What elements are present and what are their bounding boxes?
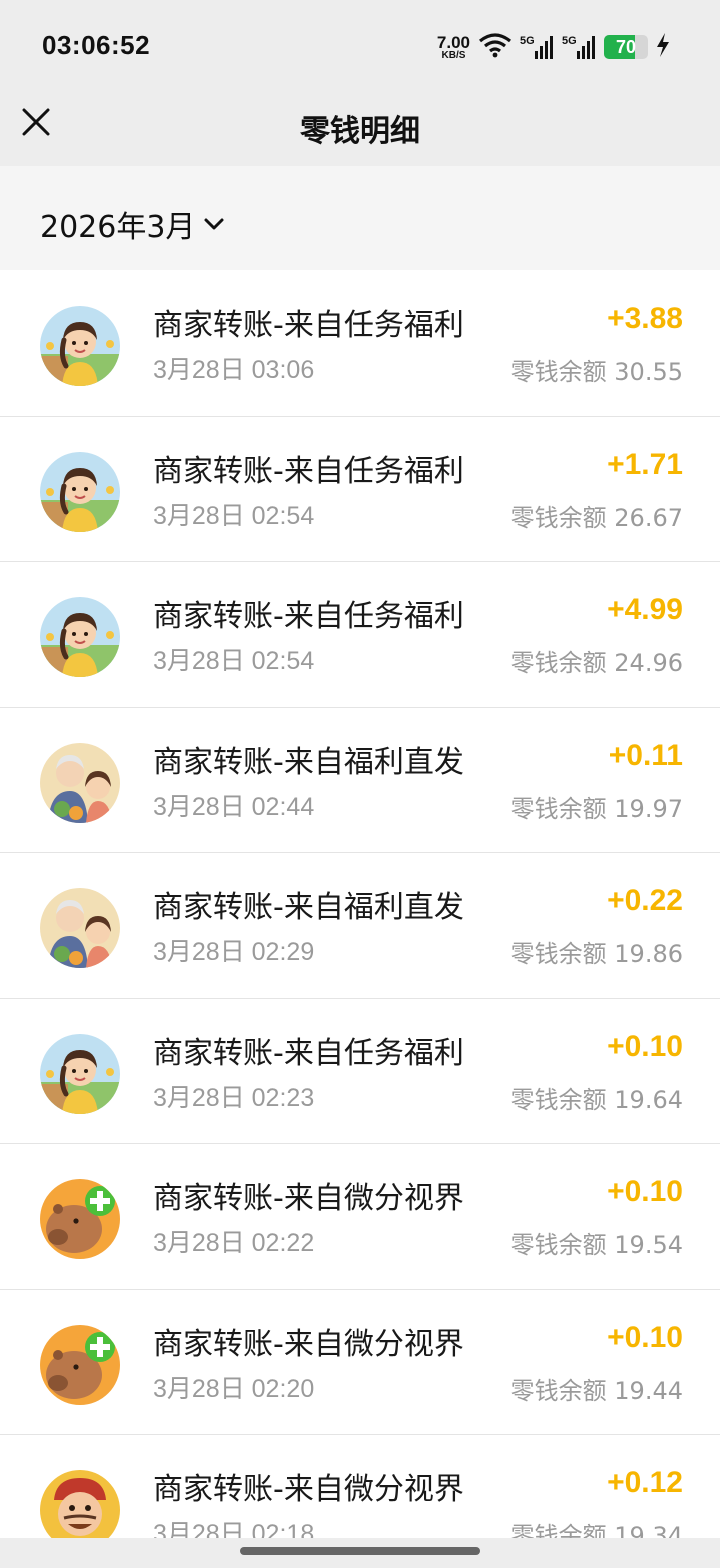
transaction-title: 商家转账-来自福利直发 bbox=[153, 744, 464, 780]
network-speed-value: 7.00 bbox=[436, 32, 470, 52]
transaction-list: 商家转账-来自任务福利 3月28日 03:06 +3.88 零钱余额 30.55 商家… bbox=[0, 270, 720, 1538]
transaction-row[interactable]: 商家转账-来自福利直发 3月28日 02:29 +0.22 零钱余额 19.86 bbox=[0, 852, 720, 998]
transaction-row[interactable]: 商家转账-来自福利直发 3月28日 02:44 +0.11 零钱余额 19.97 bbox=[0, 706, 720, 853]
transaction-title: 商家转账-来自任务福利 bbox=[153, 1035, 464, 1071]
month-label: 2026年3月 bbox=[40, 210, 196, 245]
transaction-row[interactable]: 商家转账-来自任务福利 3月28日 02:23 +0.10 零钱余额 19.64 bbox=[0, 997, 720, 1144]
transaction-time: 3月28日 02:23 bbox=[153, 1083, 315, 1112]
transaction-time: 3月28日 02:54 bbox=[153, 501, 315, 530]
transaction-amount: +0.10 bbox=[607, 1175, 683, 1208]
transaction-title: 商家转账-来自福利直发 bbox=[153, 890, 464, 925]
transaction-time: 3月28日 02:18 bbox=[153, 1520, 315, 1538]
month-picker[interactable]: 2026年3月 bbox=[40, 202, 225, 246]
transaction-balance: 零钱余额 19.44 bbox=[510, 1376, 683, 1405]
transaction-amount: +0.11 bbox=[608, 738, 683, 772]
transaction-amount: +0.12 bbox=[607, 1466, 683, 1499]
transaction-amount: +0.22 bbox=[607, 884, 683, 917]
transaction-balance: 零钱余额 19.97 bbox=[510, 794, 683, 823]
transaction-row[interactable]: 商家转账-来自微分视界 3月28日 02:20 +0.10 零钱余额 19.44 bbox=[0, 1288, 720, 1435]
transaction-title: 商家转账-来自任务福利 bbox=[153, 308, 464, 343]
capybara-avatar bbox=[40, 1324, 120, 1405]
chevron-down-icon bbox=[204, 218, 224, 230]
network-speed-unit: KB/S bbox=[441, 49, 466, 61]
status-icons: 7.00 KB/S 5G 5G 70 bbox=[437, 32, 670, 62]
transaction-row[interactable]: 商家转账-来自任务福利 3月28日 02:54 +1.71 零钱余额 26.67 bbox=[0, 415, 720, 562]
transaction-time: 3月28日 03:06 bbox=[153, 356, 315, 384]
signal-5g-icon-2: 5G bbox=[562, 33, 596, 61]
transaction-time: 3月28日 02:44 bbox=[153, 792, 315, 821]
transaction-amount: +1.71 bbox=[607, 447, 683, 481]
home-indicator-area bbox=[0, 1538, 720, 1568]
transaction-row[interactable]: 商家转账-来自微分视界 3月28日 02:22 +0.10 零钱余额 19.54 bbox=[0, 1143, 720, 1289]
transaction-row[interactable]: 商家转账-来自微分视界 3月28日 02:18 +0.12 零钱余额 19.34 bbox=[0, 1434, 720, 1538]
home-indicator[interactable] bbox=[240, 1547, 480, 1555]
transaction-title: 商家转账-来自微分视界 bbox=[153, 1326, 464, 1362]
transaction-balance: 零钱余额 19.34 bbox=[510, 1522, 683, 1538]
girl-avatar bbox=[40, 597, 120, 677]
wifi-icon bbox=[478, 32, 512, 62]
capybara-avatar bbox=[40, 1179, 120, 1259]
status-bar: 03:06:52 7.00 KB/S 5G 5G 70 bbox=[0, 0, 720, 90]
transaction-time: 3月28日 02:54 bbox=[153, 647, 315, 675]
transaction-balance: 零钱余额 19.64 bbox=[510, 1085, 683, 1114]
grandma-girl-avatar bbox=[40, 888, 120, 968]
transaction-title: 商家转账-来自任务福利 bbox=[153, 453, 464, 489]
month-filter-bar: 2026年3月 bbox=[0, 166, 720, 270]
transaction-row[interactable]: 商家转账-来自任务福利 3月28日 03:06 +3.88 零钱余额 30.55 bbox=[0, 270, 720, 416]
grandma-girl-avatar bbox=[40, 742, 120, 823]
transaction-amount: +4.99 bbox=[607, 593, 683, 626]
girl-avatar bbox=[40, 451, 120, 532]
transaction-balance: 零钱余额 26.67 bbox=[510, 503, 683, 532]
battery-level: 70 bbox=[615, 36, 637, 57]
cartoon-man-avatar bbox=[40, 1470, 120, 1538]
transaction-title: 商家转账-来自微分视界 bbox=[153, 1472, 464, 1507]
network-speed: 7.00 KB/S bbox=[437, 34, 470, 61]
nav-bar: 零钱明细 bbox=[0, 90, 720, 166]
transaction-amount: +0.10 bbox=[607, 1320, 683, 1354]
transaction-title: 商家转账-来自微分视界 bbox=[153, 1181, 464, 1216]
transaction-amount: +0.10 bbox=[607, 1029, 683, 1063]
transaction-time: 3月28日 02:22 bbox=[153, 1229, 315, 1257]
battery-icon: 70 bbox=[604, 35, 648, 59]
transaction-balance: 零钱余额 30.55 bbox=[510, 358, 683, 386]
girl-avatar bbox=[40, 306, 120, 386]
sim2-label: 5G bbox=[562, 35, 577, 47]
status-time: 03:06:52 bbox=[42, 30, 151, 60]
page-title: 零钱明细 bbox=[300, 114, 420, 149]
signal-5g-icon: 5G bbox=[520, 33, 554, 61]
transaction-row[interactable]: 商家转账-来自任务福利 3月28日 02:54 +4.99 零钱余额 24.96 bbox=[0, 561, 720, 707]
transaction-title: 商家转账-来自任务福利 bbox=[153, 599, 464, 634]
transaction-amount: +3.88 bbox=[607, 302, 683, 335]
transaction-balance: 零钱余额 19.86 bbox=[510, 940, 683, 968]
transaction-balance: 零钱余额 19.54 bbox=[510, 1231, 683, 1259]
transaction-time: 3月28日 02:29 bbox=[153, 938, 315, 966]
transaction-time: 3月28日 02:20 bbox=[153, 1374, 315, 1403]
charging-icon bbox=[656, 33, 670, 61]
sim1-label: 5G bbox=[520, 35, 535, 47]
girl-avatar bbox=[40, 1033, 120, 1114]
transaction-balance: 零钱余额 24.96 bbox=[510, 649, 683, 677]
